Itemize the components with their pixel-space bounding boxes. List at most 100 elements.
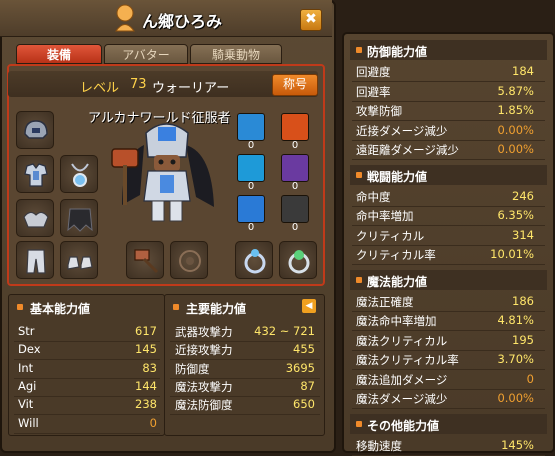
stat-value: 0: [526, 371, 534, 386]
title-button[interactable]: 称号: [272, 74, 318, 96]
stat-label: クリティカル: [356, 228, 425, 243]
job-name: ウォーリアー: [152, 81, 230, 96]
section-header: その他能力値: [367, 418, 440, 433]
stat-label: Dex: [18, 342, 41, 357]
stat-label: 回避度: [356, 65, 391, 79]
stat-value: 3695: [285, 360, 315, 375]
fire-icon[interactable]: [281, 113, 309, 141]
stat-label: 命中度: [356, 189, 391, 204]
stat-label: 命中率増加: [356, 209, 414, 223]
stat-value: 4.81%: [497, 313, 534, 327]
stat-value: 3.70%: [497, 352, 534, 366]
close-button[interactable]: ✖: [300, 9, 322, 31]
slot-helmet[interactable]: [16, 111, 54, 149]
stat-value: 145: [135, 342, 157, 357]
stat-value: 455: [293, 342, 315, 357]
stat-value: 83: [142, 360, 157, 375]
slot-cape[interactable]: [60, 199, 98, 237]
tab-equipment[interactable]: 装備: [16, 44, 102, 64]
stat-value: 1.85%: [497, 103, 534, 117]
slot-weapon[interactable]: [126, 241, 164, 279]
helmet-icon: [24, 120, 48, 139]
stat-label: Vit: [18, 397, 34, 412]
stat-value: 87: [300, 378, 315, 393]
tab-avatar[interactable]: アバター: [104, 44, 188, 64]
stat-label: 魔法ダメージ減少: [356, 392, 448, 406]
level-label: レベル: [80, 81, 120, 96]
character-sprite: [108, 115, 228, 227]
stat-value: 0: [149, 415, 157, 430]
hammer-weapon-icon: [134, 249, 159, 274]
tab-mount[interactable]: 騎乗動物: [190, 44, 282, 64]
stat-label: 近接攻撃力: [175, 343, 233, 358]
stat-value: 246: [512, 188, 534, 203]
slot-ring-2[interactable]: [279, 241, 317, 279]
slot-pendant[interactable]: [60, 155, 98, 193]
stat-label: 魔法防御度: [175, 398, 233, 413]
base-stats-header: 基本能力値: [30, 302, 91, 316]
emblem-icon: [179, 250, 201, 272]
pants-icon: [26, 249, 46, 274]
bullet-icon: [356, 47, 362, 53]
bullet-icon: [173, 304, 179, 310]
stat-value: 184: [512, 64, 534, 78]
stat-label: 近接ダメージ減少: [356, 123, 448, 138]
stat-value: 0.00%: [497, 142, 534, 156]
stat-label: 武器攻撃力: [175, 325, 233, 339]
stat-label: 遠距離ダメージ減少: [356, 143, 459, 157]
stat-label: Will: [18, 415, 39, 430]
slot-armor-top[interactable]: [16, 155, 54, 193]
stat-value: 432 ~ 721: [254, 324, 315, 338]
stat-label: 回避率: [356, 84, 391, 99]
ice-shard-icon[interactable]: [237, 195, 265, 223]
stat-value: 186: [512, 293, 534, 308]
main-stats-header: 主要能力値: [186, 302, 247, 316]
stat-value: 650: [293, 397, 315, 412]
skill-count: 0: [247, 222, 255, 233]
stat-label: 攻撃防御: [356, 104, 402, 118]
ring-gem-icon: [288, 250, 310, 274]
cape-icon: [67, 208, 93, 232]
stat-value: 145%: [501, 437, 534, 452]
section-header: 防御能力値: [367, 45, 428, 59]
shoulder-icon: [23, 211, 49, 228]
stat-value: 5.87%: [497, 83, 534, 98]
water-icon[interactable]: [237, 154, 265, 182]
window-title: ん鄉ひろみ: [142, 12, 223, 31]
stat-value: 238: [135, 397, 157, 412]
bullet-icon: [356, 420, 362, 427]
slot-emblem[interactable]: [170, 241, 208, 279]
skill-count: 0: [291, 181, 299, 192]
bullet-icon: [356, 171, 362, 178]
slot-pants[interactable]: [16, 241, 54, 279]
skill-count: 0: [247, 181, 255, 192]
expand-toggle-button[interactable]: ◀: [302, 299, 316, 313]
stat-label: 魔法命中率増加: [356, 314, 437, 328]
slot-shoes[interactable]: [60, 241, 98, 279]
stat-label: 魔法攻撃力: [175, 379, 233, 394]
stat-value: 6.35%: [497, 208, 534, 222]
bullet-icon: [356, 276, 362, 283]
skill-count: 0: [291, 222, 299, 233]
section-header: 魔法能力値: [367, 274, 428, 289]
skill-count: 0: [247, 140, 255, 151]
stat-value: 0.00%: [497, 391, 534, 405]
slot-ring-1[interactable]: [235, 241, 273, 279]
stat-label: 防御度: [175, 361, 210, 376]
stat-value: 0.00%: [497, 122, 534, 137]
stat-value: 144: [135, 378, 157, 393]
stat-label: 魔法追加ダメージ: [356, 372, 448, 387]
ice-slash-icon[interactable]: [237, 113, 265, 141]
section-header: 戦闘能力値: [367, 169, 428, 184]
stat-value: 314: [512, 227, 534, 242]
skull-icon[interactable]: [281, 154, 309, 182]
shoes-icon: [67, 256, 93, 270]
ring-icon: [244, 249, 266, 274]
dark-orb-icon[interactable]: [281, 195, 309, 223]
stat-label: Int: [18, 360, 34, 375]
skill-count: 0: [291, 140, 299, 151]
level-value: 73: [130, 77, 147, 92]
stat-value: 617: [135, 324, 157, 338]
slot-shoulder[interactable]: [16, 199, 54, 237]
stat-label: Agi: [18, 378, 37, 393]
